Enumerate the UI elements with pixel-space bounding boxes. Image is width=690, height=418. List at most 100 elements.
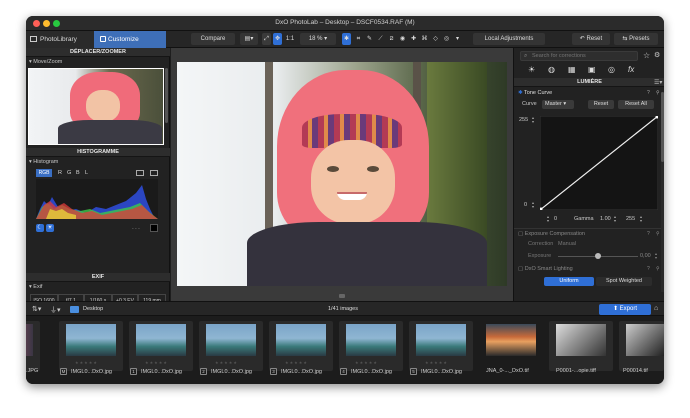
exif-header: EXIF bbox=[26, 273, 170, 282]
repair-icon[interactable]: ✚ bbox=[409, 33, 418, 45]
filmstrip-thumb-8[interactable] bbox=[549, 321, 613, 371]
folder-name[interactable]: Desktop bbox=[83, 306, 103, 312]
palette-settings-icon[interactable]: ⚙ bbox=[654, 51, 660, 59]
smart-lighting-title-row[interactable]: ▢ DxO Smart Lighting bbox=[518, 266, 573, 272]
eye-icon[interactable]: ◎ bbox=[442, 33, 451, 45]
straighten-icon[interactable]: ⟋ bbox=[376, 33, 385, 45]
exposure-stepper-icon[interactable]: ▴ ▾ bbox=[655, 252, 657, 260]
compare-button[interactable]: Compare bbox=[191, 33, 235, 45]
zoom-level-dropdown[interactable]: 18 % ▾ bbox=[300, 33, 336, 45]
highlight-clipping-icon[interactable]: ☀ bbox=[46, 224, 54, 232]
search-input[interactable] bbox=[532, 52, 636, 60]
smart-lighting-help-icon[interactable]: ? bbox=[647, 266, 650, 272]
channel-rgb-button[interactable]: RGB bbox=[36, 169, 52, 177]
image-viewer[interactable] bbox=[171, 48, 513, 301]
filmstrip-thumb-6[interactable]: ★★★★★ bbox=[409, 321, 473, 371]
effects-tab-icon[interactable]: fx bbox=[628, 65, 634, 74]
main-photo[interactable] bbox=[177, 62, 507, 286]
move-tool-icon[interactable]: ✥ bbox=[273, 33, 282, 45]
exposure-help-icon[interactable]: ? bbox=[647, 231, 650, 237]
filmstrip-thumb-7[interactable] bbox=[479, 321, 543, 371]
correction-dropdown[interactable]: Manual bbox=[558, 241, 576, 247]
thumb-3-rating[interactable]: ★★★★★ bbox=[215, 360, 238, 365]
exposure-value[interactable]: 0,00 bbox=[640, 253, 651, 259]
geometry-tab-icon[interactable]: ▣ bbox=[588, 65, 596, 74]
smart-lighting-toggle-icon[interactable]: ▢ bbox=[518, 266, 523, 272]
auto-correct-icon[interactable]: ✱ bbox=[342, 33, 351, 45]
presets-button[interactable]: ⇆ Presets bbox=[614, 33, 658, 45]
tone-curve-graph[interactable] bbox=[540, 116, 658, 210]
navigator-thumbnail[interactable] bbox=[28, 68, 164, 145]
channel-b-button[interactable]: B bbox=[76, 169, 80, 177]
right-panel-scroll-thumb[interactable] bbox=[661, 92, 664, 162]
x-max-stepper-icon[interactable]: ▴ ▾ bbox=[640, 215, 642, 223]
channel-g-button[interactable]: G bbox=[67, 169, 71, 177]
detail-tab-icon[interactable]: ▦ bbox=[568, 65, 576, 74]
tab-customize[interactable]: Customize bbox=[94, 31, 166, 48]
lock-icon[interactable]: ⌂ bbox=[654, 305, 658, 312]
thumb-6-rating[interactable]: ★★★★★ bbox=[425, 360, 448, 365]
star-filter-icon[interactable]: ☆ bbox=[643, 51, 650, 60]
y-min-stepper-icon[interactable]: ▴ ▾ bbox=[532, 201, 534, 209]
more-dropdown-icon[interactable]: ▾ bbox=[453, 33, 462, 45]
tone-curve-enabled-icon[interactable]: ✱ bbox=[518, 90, 523, 96]
reset-button[interactable]: ↶ Reset bbox=[572, 33, 610, 45]
tone-curve-pin-icon[interactable]: ⚲ bbox=[656, 90, 660, 96]
filmstrip-thumb-1[interactable]: ★★★★★ bbox=[59, 321, 123, 371]
section-menu-icon[interactable]: ☰▾ bbox=[654, 79, 662, 86]
thumb-4-rating[interactable]: ★★★★★ bbox=[285, 360, 308, 365]
fit-icon[interactable]: ⤢ bbox=[262, 33, 271, 45]
layout-dropdown[interactable]: ▤▾ bbox=[240, 33, 258, 45]
exposure-slider-thumb[interactable] bbox=[595, 253, 601, 259]
thumb-2-rating[interactable]: ★★★★★ bbox=[145, 360, 168, 365]
red-eye-icon[interactable]: ◉ bbox=[398, 33, 407, 45]
exposure-compensation-title-row[interactable]: ▢ Exposure Compensation bbox=[518, 231, 585, 237]
thumb-5-rating[interactable]: ★★★★★ bbox=[355, 360, 378, 365]
curve-reset-all-button[interactable]: Reset All bbox=[618, 100, 654, 109]
filter-icon[interactable]: ⏚▾ bbox=[50, 305, 61, 315]
filmstrip-thumb-0[interactable] bbox=[26, 321, 40, 371]
gamma-value[interactable]: 1.00 bbox=[600, 216, 611, 222]
x-min-stepper-icon[interactable]: ▴ ▾ bbox=[547, 215, 549, 223]
light-tab-icon[interactable]: ☀ bbox=[528, 65, 535, 74]
local-adjustments-button[interactable]: Local Adjustments bbox=[473, 33, 545, 45]
channel-r-button[interactable]: R bbox=[58, 169, 62, 177]
eyedropper-icon[interactable]: ✎ bbox=[365, 33, 374, 45]
navigator-viewport-frame[interactable] bbox=[28, 68, 164, 145]
zoom-1to1-button[interactable]: 1:1 bbox=[284, 33, 296, 45]
tab-photolibrary[interactable]: PhotoLibrary bbox=[26, 31, 94, 48]
shadow-clipping-icon[interactable]: ☾ bbox=[36, 224, 44, 232]
uniform-mode-button[interactable]: Uniform bbox=[544, 277, 594, 286]
filmstrip-thumb-9[interactable] bbox=[619, 321, 664, 371]
exposure-pin-icon[interactable]: ⚲ bbox=[656, 231, 660, 237]
right-panel-scrollbar[interactable] bbox=[661, 92, 664, 292]
filmstrip-thumb-3[interactable]: ★★★★★ bbox=[199, 321, 263, 371]
filmstrip-thumb-2[interactable]: ★★★★★ bbox=[129, 321, 193, 371]
channel-l-button[interactable]: L bbox=[85, 169, 88, 177]
color-tab-icon[interactable]: ◍ bbox=[548, 65, 555, 74]
exposure-compensation-toggle-icon[interactable]: ▢ bbox=[518, 231, 523, 237]
watermark-icon[interactable]: ⌘ bbox=[420, 33, 429, 45]
gamma-stepper-icon[interactable]: ▴ ▾ bbox=[614, 215, 616, 223]
curve-reset-button[interactable]: Reset bbox=[588, 100, 614, 109]
search-field[interactable]: ⌕ bbox=[520, 51, 638, 61]
histogram-display-icon[interactable] bbox=[136, 170, 144, 176]
viewer-handle[interactable] bbox=[339, 294, 345, 298]
crop-icon[interactable]: ⌗ bbox=[354, 33, 363, 45]
histogram-settings-icon[interactable] bbox=[150, 170, 158, 176]
filmstrip-thumb-5[interactable]: ★★★★★ bbox=[339, 321, 403, 371]
tone-curve-title-row[interactable]: ✱ Tone Curve bbox=[518, 90, 552, 96]
export-button[interactable]: ⬆ Export bbox=[599, 304, 651, 315]
thumb-1-rating[interactable]: ★★★★★ bbox=[75, 360, 98, 365]
smart-lighting-pin-icon[interactable]: ⚲ bbox=[656, 266, 660, 272]
perspective-icon[interactable]: ⧄ bbox=[387, 33, 396, 45]
filmstrip-thumb-4[interactable]: ★★★★★ bbox=[269, 321, 333, 371]
tone-curve-help-icon[interactable]: ? bbox=[647, 90, 650, 96]
spot-weighted-mode-button[interactable]: Spot Weighted bbox=[596, 277, 652, 286]
sort-icon[interactable]: ⇅▾ bbox=[32, 305, 41, 313]
curve-channel-dropdown[interactable]: Master ▾ bbox=[542, 100, 574, 109]
lens-tab-icon[interactable]: ◎ bbox=[608, 65, 615, 74]
y-max-stepper-icon[interactable]: ▴ ▾ bbox=[532, 116, 534, 124]
left-panel-scrollbar[interactable] bbox=[165, 68, 168, 123]
eraser-icon[interactable]: ◇ bbox=[431, 33, 440, 45]
